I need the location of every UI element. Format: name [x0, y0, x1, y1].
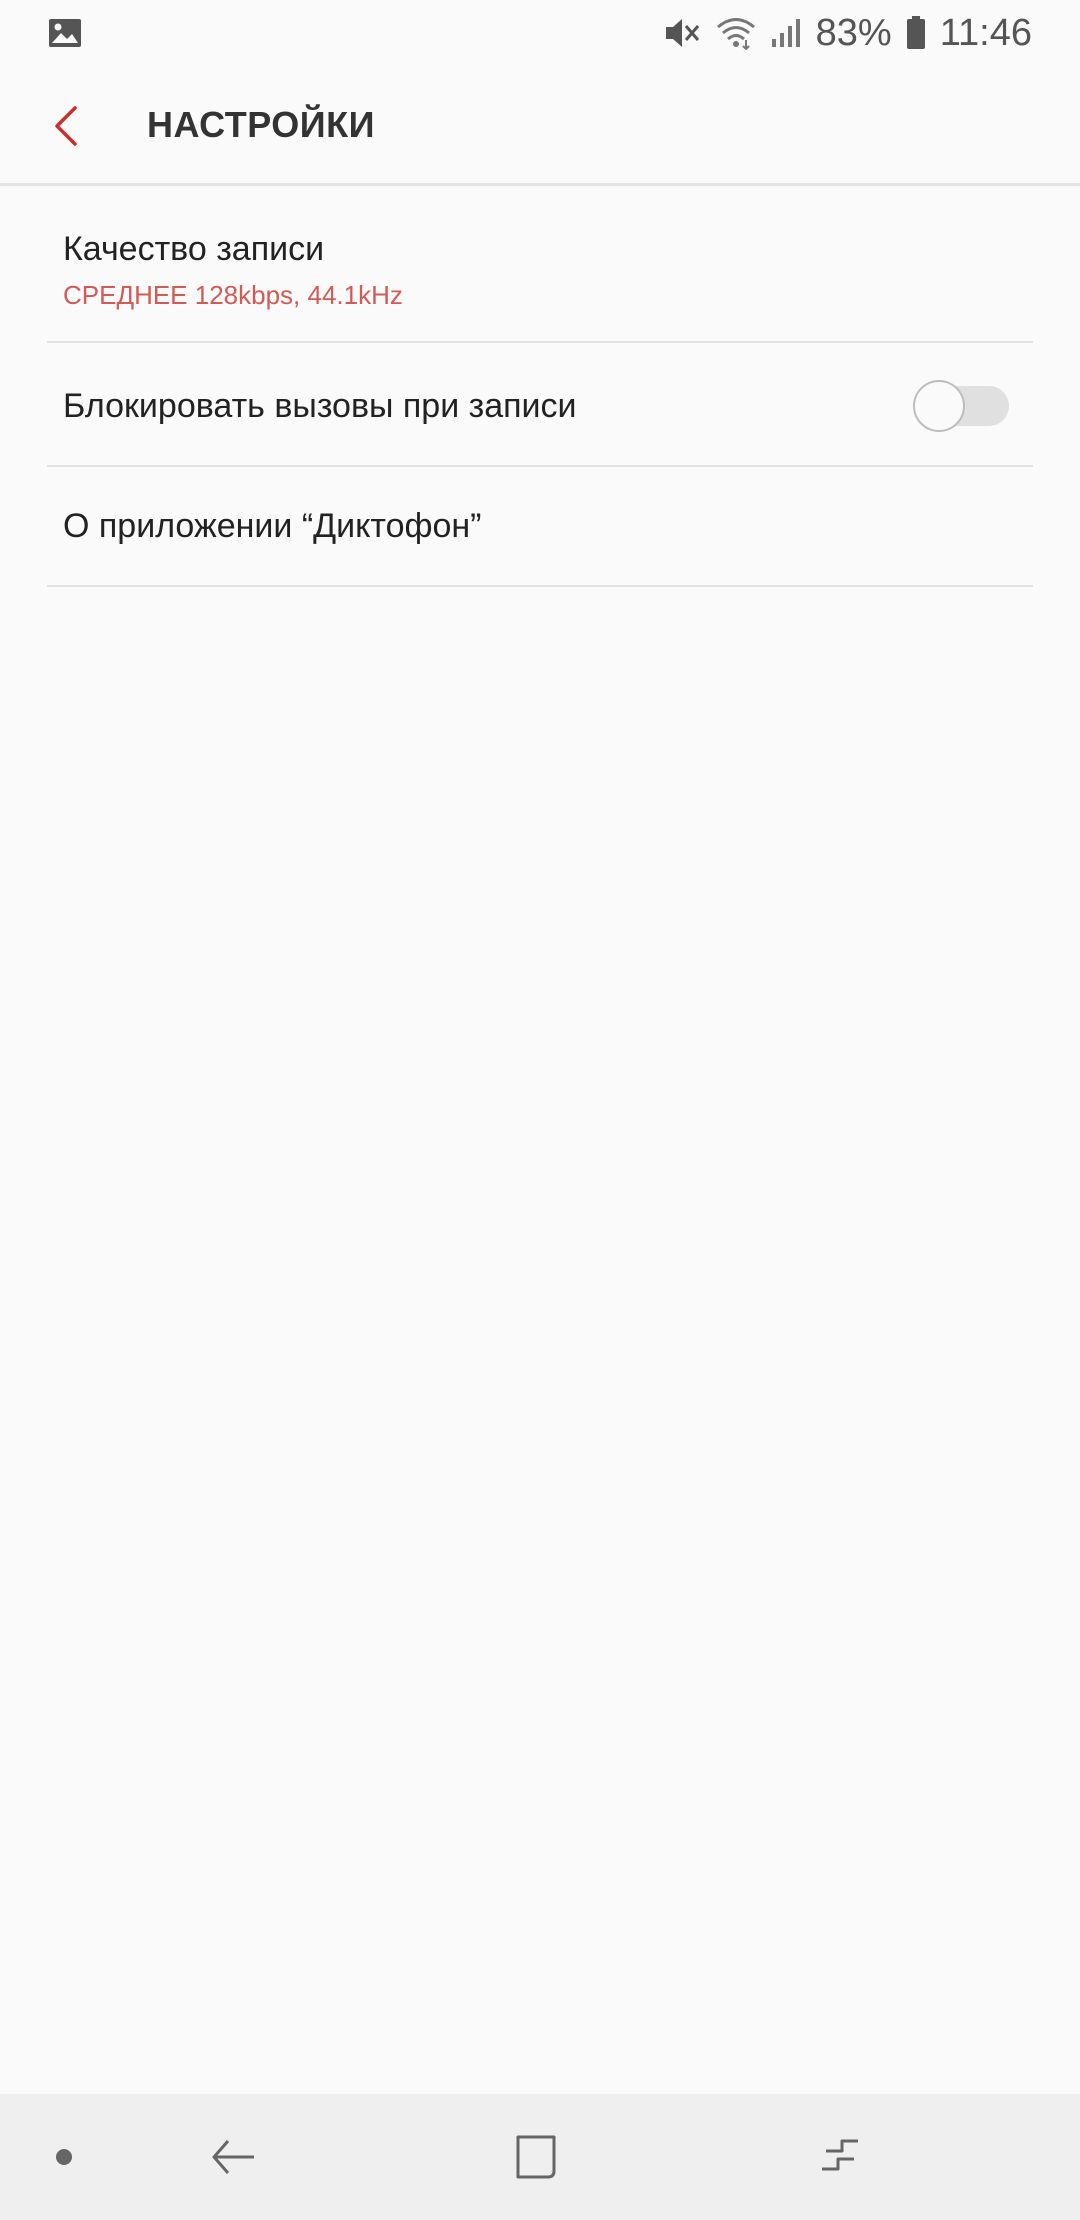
status-right: 83% 11:46 [650, 12, 1032, 55]
wifi-icon [716, 16, 756, 50]
recents-icon [822, 2139, 858, 2171]
block-calls-title: Блокировать вызовы при записи [63, 387, 577, 425]
about-app-title: О приложении “Диктофон” [63, 507, 482, 545]
back-arrow-icon [212, 2140, 254, 2174]
home-square-icon [516, 2135, 556, 2179]
image-notification-icon [48, 18, 82, 48]
about-app-item[interactable]: О приложении “Диктофон” [47, 467, 1033, 587]
recording-quality-item[interactable]: Качество записи СРЕДНЕЕ 128kbps, 44.1kHz [47, 186, 1033, 343]
signal-icon [770, 17, 802, 49]
toggle-knob [913, 380, 965, 432]
settings-list: Качество записи СРЕДНЕЕ 128kbps, 44.1kHz… [0, 186, 1080, 587]
navigation-bar [0, 2094, 1080, 2220]
dot-icon [56, 2149, 72, 2165]
nav-recents-button[interactable] [800, 2094, 880, 2220]
nav-dot-button[interactable] [34, 2094, 94, 2220]
page-title: НАСТРОЙКИ [147, 104, 375, 145]
block-calls-item[interactable]: Блокировать вызовы при записи [47, 343, 1033, 467]
back-button[interactable] [28, 88, 104, 164]
nav-home-button[interactable] [496, 2094, 576, 2220]
block-calls-toggle[interactable] [913, 380, 1009, 432]
nav-back-button[interactable] [194, 2094, 274, 2220]
clock: 11:46 [939, 11, 1032, 54]
mute-icon [664, 16, 702, 50]
chevron-left-icon [55, 106, 77, 146]
app-bar: НАСТРОЙКИ [0, 66, 1080, 186]
battery-percent: 83% [815, 11, 892, 54]
status-bar: 83% 11:46 [0, 0, 1080, 66]
recording-quality-title: Качество записи [63, 230, 325, 268]
battery-icon [906, 16, 926, 50]
status-left [48, 18, 82, 48]
screen: 83% 11:46 НАСТРОЙКИ Качество записи СРЕД… [0, 0, 1080, 2220]
recording-quality-value: СРЕДНЕЕ 128kbps, 44.1kHz [63, 280, 403, 310]
